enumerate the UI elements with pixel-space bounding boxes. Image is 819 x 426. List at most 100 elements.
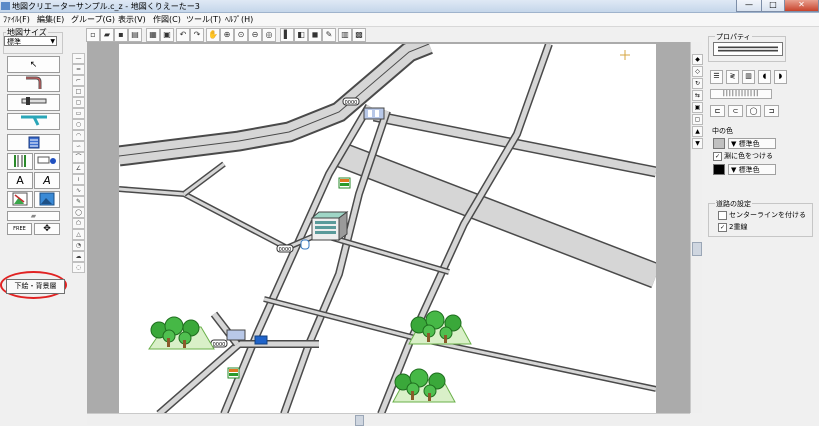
rotate-icon[interactable]: ↻ — [692, 78, 703, 89]
menu-tools[interactable]: ツール(T) — [186, 14, 221, 25]
road-curve-tool[interactable] — [7, 75, 60, 92]
zoom-out-icon[interactable]: ⊖ — [248, 28, 262, 42]
line-end-square-icon[interactable]: ⊐ — [764, 105, 779, 117]
flip-icon[interactable]: ⇆ — [692, 90, 703, 101]
bridge-icon — [14, 155, 26, 167]
group-icon[interactable]: ▣ — [692, 102, 703, 113]
free-tool[interactable]: FREE — [7, 223, 32, 235]
rounded-rect-tool-icon[interactable]: ▢ — [72, 97, 85, 108]
park-trees-icon — [148, 316, 215, 350]
align-left-icon[interactable]: ◇ — [692, 66, 703, 77]
line-type-curve-icon[interactable]: ≷ — [726, 70, 739, 84]
picture-tool[interactable] — [34, 191, 60, 208]
move-tool[interactable]: ✥ — [34, 223, 60, 235]
curve-tool-icon[interactable]: ∽ — [72, 141, 85, 152]
line-width-selector[interactable]: |||||||||||| — [710, 89, 772, 99]
menu-group[interactable]: グループ(G) — [71, 14, 115, 25]
west-road-edge — [118, 186, 291, 252]
line-type-pm-icon[interactable]: ▥ — [742, 70, 755, 84]
pen-icon[interactable]: ✎ — [322, 28, 336, 42]
balloon-tool-icon[interactable]: ◌ — [72, 262, 85, 273]
save-icon[interactable]: ▪ — [114, 28, 128, 42]
horizontal-scrollbar[interactable] — [87, 413, 690, 426]
spline-tool-icon[interactable]: ≀ — [72, 174, 85, 185]
menu-file[interactable]: ﾌｧｲﾙ(F) — [3, 14, 30, 25]
new-file-icon[interactable]: ▫ — [86, 28, 100, 42]
centerline-checkbox[interactable] — [718, 211, 727, 220]
square-tool-icon[interactable]: ▭ — [72, 108, 85, 119]
order-down-icon[interactable]: ▼ — [692, 138, 703, 149]
outline-text-tool[interactable]: A — [34, 172, 60, 189]
ungroup-icon[interactable]: ▢ — [692, 114, 703, 125]
ellipse-tool-icon[interactable]: ◯ — [72, 207, 85, 218]
arc-tool-icon[interactable]: ◠ — [72, 130, 85, 141]
horizontal-scroll-thumb[interactable] — [355, 415, 364, 426]
zoom-in-icon[interactable]: ⊕ — [220, 28, 234, 42]
line-end-round-icon[interactable]: ⊂ — [728, 105, 743, 117]
close-button[interactable]: ✕ — [784, 0, 819, 12]
map-paper[interactable]: 0000 0000 0000 — [117, 42, 661, 414]
bridge-tool[interactable] — [7, 153, 33, 170]
double-line-checkbox[interactable]: ✓ — [718, 223, 727, 232]
double-line-tool-icon[interactable]: ═ — [72, 64, 85, 75]
fill-standard-color-button[interactable]: ▼ 標準色 — [728, 138, 776, 149]
freehand-tool-icon[interactable]: ✎ — [72, 196, 85, 207]
circle-tool-icon[interactable]: ○ — [72, 119, 85, 130]
line-type-arc-icon[interactable]: ◖ — [758, 70, 771, 84]
pie-tool-icon[interactable]: ◔ — [72, 240, 85, 251]
line-end-oval-icon[interactable]: ◯ — [746, 105, 761, 117]
symbol-tool[interactable] — [34, 153, 60, 170]
text-tool[interactable]: A — [7, 172, 33, 189]
vertical-scroll-thumb[interactable] — [692, 242, 702, 256]
hand-tool-icon[interactable]: ✋ — [206, 28, 220, 42]
fill-color-swatch[interactable] — [713, 138, 725, 149]
edge-color-checkbox[interactable]: ✓ — [713, 152, 722, 161]
vertical-scrollbar[interactable]: ◆ ◇ ↻ ⇆ ▣ ▢ ▲ ▼ — [690, 42, 703, 413]
line-type-solid-icon[interactable]: ☰ — [710, 70, 723, 84]
angle-tool-icon[interactable]: ∠ — [72, 163, 85, 174]
undo-icon[interactable]: ↶ — [176, 28, 190, 42]
maximize-button[interactable]: □ — [761, 0, 785, 12]
menu-edit[interactable]: 編集(E) — [37, 14, 64, 25]
map-size-select[interactable]: 標準 ▼ — [4, 36, 57, 46]
background-layer-button[interactable]: 下絵・背景層 — [6, 279, 65, 294]
building-tool[interactable] — [7, 134, 60, 151]
triangle-tool-icon[interactable]: △ — [72, 229, 85, 240]
layer-front-icon[interactable]: ▌ — [280, 28, 294, 42]
grid-icon[interactable]: ▥ — [338, 28, 352, 42]
print-icon[interactable]: ▦ — [146, 28, 160, 42]
fill-icon[interactable]: ◼ — [308, 28, 322, 42]
road-straight-tool[interactable] — [7, 94, 60, 111]
line-style-tool[interactable]: ▰ — [7, 211, 60, 221]
edge-standard-color-button[interactable]: ▼ 標準色 — [728, 164, 776, 175]
print-preview-icon[interactable]: ▣ — [160, 28, 174, 42]
cloud-tool-icon[interactable]: ☁ — [72, 251, 85, 262]
railway-tool[interactable] — [7, 113, 60, 130]
wave-tool-icon[interactable]: ∿ — [72, 185, 85, 196]
menu-view[interactable]: 表示(V) — [118, 14, 146, 25]
align-top-icon[interactable]: ◆ — [692, 54, 703, 65]
minimize-button[interactable]: — — [736, 0, 762, 12]
zoom-fit-icon[interactable]: ⊙ — [234, 28, 248, 42]
rectangle-tool-icon[interactable]: □ — [72, 86, 85, 97]
page-setup-icon[interactable]: ▤ — [128, 28, 142, 42]
grid-color-icon[interactable]: ▩ — [352, 28, 366, 42]
map-drawing[interactable]: 0000 0000 0000 — [117, 42, 661, 414]
select-arrow-tool[interactable]: ↖ — [7, 56, 60, 73]
line-end-flat-icon[interactable]: ⊏ — [710, 105, 725, 117]
line-type-cap-icon[interactable]: ◗ — [774, 70, 787, 84]
menu-help[interactable]: ﾍﾙﾌﾟ(H) — [225, 14, 253, 25]
open-folder-icon[interactable]: ▰ — [100, 28, 114, 42]
edge-color-swatch[interactable] — [713, 164, 725, 175]
line-tool-icon[interactable]: — — [72, 53, 85, 64]
zoom-page-icon[interactable]: ◎ — [262, 28, 276, 42]
polygon-tool-icon[interactable]: ⬠ — [72, 218, 85, 229]
order-up-icon[interactable]: ▲ — [692, 126, 703, 137]
bezier-tool-icon[interactable]: ⌒ — [72, 152, 85, 163]
polyline-tool-icon[interactable]: ⌐ — [72, 75, 85, 86]
redo-icon[interactable]: ↷ — [190, 28, 204, 42]
map-canvas[interactable]: 0000 0000 0000 — [87, 42, 690, 414]
menu-draw[interactable]: 作図(C) — [153, 14, 181, 25]
layer-back-icon[interactable]: ◧ — [294, 28, 308, 42]
image-tool[interactable] — [7, 191, 33, 208]
